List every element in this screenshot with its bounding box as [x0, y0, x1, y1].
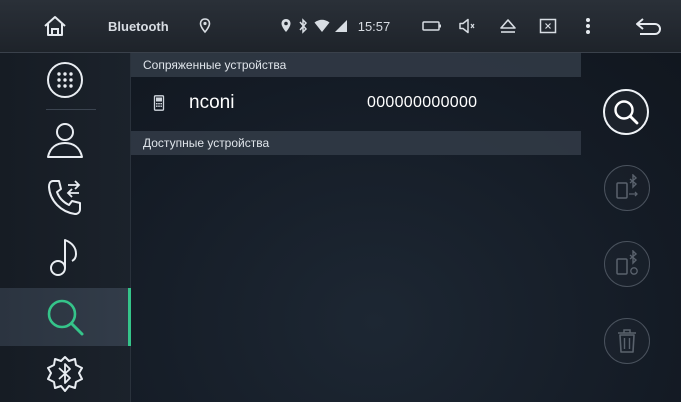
phone-bluetooth-connect-icon	[616, 174, 638, 199]
sidebar-item-search-devices[interactable]	[0, 288, 131, 346]
sidebar-divider	[46, 109, 96, 110]
search-icon	[614, 100, 639, 125]
device-list-panel: Сопряженные устройства nconi 00000000000…	[131, 53, 581, 402]
trash-icon	[618, 329, 636, 353]
app-title: Bluetooth	[108, 18, 169, 34]
available-devices-header: Доступные устройства	[131, 131, 581, 155]
sidebar-item-music[interactable]	[0, 229, 130, 285]
wifi-icon	[313, 0, 331, 52]
dialpad-icon	[47, 62, 83, 98]
eject-icon[interactable]	[496, 0, 520, 52]
device-address: 000000000000	[367, 94, 478, 111]
signal-icon	[333, 0, 349, 52]
bluetooth-settings-icon	[47, 356, 83, 392]
search-button[interactable]	[603, 89, 649, 135]
sidebar-item-call-log[interactable]	[0, 169, 130, 225]
contacts-icon	[47, 123, 83, 158]
sidebar-item-dialpad[interactable]	[0, 53, 130, 107]
delete-button[interactable]	[604, 318, 650, 364]
battery-icon	[420, 0, 444, 52]
menu-icon[interactable]	[580, 0, 596, 52]
location-pin-icon	[196, 0, 214, 52]
connect-button[interactable]	[604, 165, 650, 211]
sidebar-item-contacts[interactable]	[0, 111, 130, 167]
phone-bluetooth-disconnect-icon	[616, 250, 638, 275]
paired-device-row[interactable]: nconi 000000000000	[131, 77, 581, 129]
location-icon	[278, 0, 294, 52]
home-icon[interactable]	[38, 0, 72, 52]
sidebar	[0, 53, 131, 402]
sidebar-item-bluetooth-settings[interactable]	[0, 348, 130, 402]
clock: 15:57	[357, 18, 391, 34]
disconnect-button[interactable]	[604, 241, 650, 287]
status-bar: Bluetooth 15:57	[0, 0, 681, 53]
volume-icon[interactable]	[456, 0, 478, 52]
search-icon	[47, 299, 84, 336]
bluetooth-icon	[296, 0, 310, 52]
music-icon	[50, 239, 77, 276]
paired-devices-header: Сопряженные устройства	[131, 53, 581, 77]
device-name: nconi	[189, 92, 235, 113]
phone-icon	[153, 95, 165, 111]
screenshot-icon[interactable]	[536, 0, 560, 52]
call-log-icon	[48, 180, 81, 215]
bluetooth-app: Bluetooth 15:57 Сопряженные устройства n…	[0, 0, 681, 402]
back-icon[interactable]	[630, 0, 666, 52]
